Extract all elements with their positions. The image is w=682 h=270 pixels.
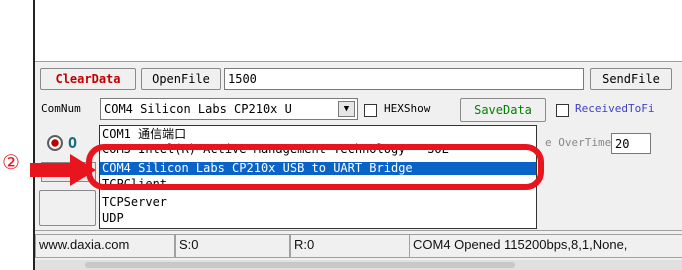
- com-number-label: ComNum: [41, 102, 81, 115]
- status-sent-count: S:0: [175, 234, 290, 258]
- open-port-button-fragment[interactable]: O: [68, 134, 77, 152]
- port-status-led-icon: [47, 135, 63, 151]
- hex-show-checkbox[interactable]: [364, 104, 377, 117]
- overtime-label: e OverTime:: [545, 136, 618, 149]
- horizontal-scrollbar[interactable]: [35, 260, 682, 270]
- clear-data-button[interactable]: ClearData: [40, 68, 136, 90]
- send-file-button[interactable]: SendFile: [590, 68, 672, 90]
- status-port-info: COM4 Opened 115200bps,8,1,None,: [409, 234, 682, 258]
- com-port-select[interactable]: COM4 Silicon Labs CP210x U: [100, 98, 358, 120]
- save-data-button[interactable]: SaveData: [460, 98, 546, 122]
- overtime-input[interactable]: 20: [611, 133, 651, 154]
- send-button[interactable]: [39, 190, 96, 226]
- annotation-step-number: ②: [2, 150, 20, 174]
- receive-output-area[interactable]: [35, 0, 682, 62]
- highlight-rounded-rectangle: [86, 144, 544, 190]
- status-bar: www.daxia.com S:0 R:0 COM4 Opened 115200…: [35, 230, 682, 258]
- open-file-button[interactable]: OpenFile: [141, 68, 221, 90]
- dropdown-item-tcpserver[interactable]: TCPServer: [102, 196, 167, 209]
- hex-show-label: HEXShow: [384, 102, 431, 115]
- annotation-arrow-icon: [30, 154, 96, 186]
- chevron-down-icon[interactable]: ▼: [338, 101, 355, 117]
- received-to-file-checkbox[interactable]: [556, 104, 569, 117]
- dropdown-item-udp[interactable]: UDP: [102, 212, 124, 225]
- file-path-input[interactable]: 1500: [224, 68, 584, 90]
- status-website: www.daxia.com: [35, 234, 175, 258]
- dropdown-item-com1[interactable]: COM1 通信端口: [102, 128, 186, 141]
- received-to-file-label: ReceivedToFi: [575, 102, 655, 115]
- status-received-count: R:0: [290, 234, 410, 258]
